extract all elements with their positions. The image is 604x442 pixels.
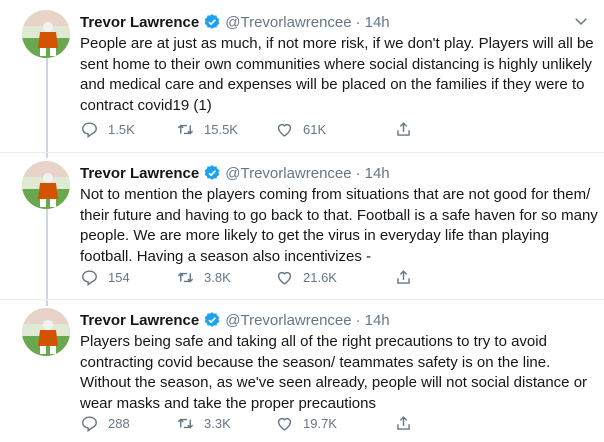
retweet-count: 15.5K [204, 122, 238, 137]
reply-count: 1.5K [108, 122, 135, 137]
like-button[interactable]: 19.7K [275, 414, 337, 433]
reply-icon [82, 416, 97, 433]
heart-icon [277, 271, 292, 285]
share-button[interactable] [394, 268, 422, 287]
like-button[interactable]: 21.6K [275, 268, 337, 287]
retweet-icon [177, 272, 194, 283]
author-name[interactable]: Trevor Lawrence [80, 312, 199, 329]
tweet-actions: 1.5K 15.5K 61K [80, 120, 480, 140]
tweet-header: Trevor Lawrence @Trevorlawrencee · 14h [80, 161, 390, 185]
verified-badge-icon [204, 165, 220, 180]
reply-button[interactable]: 288 [80, 414, 130, 433]
avatar[interactable] [22, 161, 70, 209]
retweet-count: 3.8K [204, 270, 231, 285]
avatar[interactable] [22, 308, 70, 356]
tweet[interactable]: Trevor Lawrence @Trevorlawrencee · 14h P… [0, 308, 604, 438]
retweet-icon [177, 418, 194, 429]
tweet-text: People are at just as much, if not more … [80, 35, 598, 114]
share-button[interactable] [394, 414, 422, 433]
tweet-header: Trevor Lawrence @Trevorlawrencee · 14h [80, 10, 390, 34]
reply-count: 288 [108, 416, 130, 431]
retweet-icon [177, 124, 194, 135]
heart-icon [277, 123, 292, 137]
tweet[interactable]: Trevor Lawrence @Trevorlawrencee · 14h N… [0, 161, 604, 293]
separator-dot: · [355, 13, 361, 31]
share-icon [397, 416, 410, 430]
like-button[interactable]: 61K [275, 120, 326, 139]
retweet-button[interactable]: 3.3K [176, 414, 231, 433]
author-name[interactable]: Trevor Lawrence [80, 14, 199, 31]
tweet-header: Trevor Lawrence @Trevorlawrencee · 14h [80, 308, 390, 332]
share-button[interactable] [394, 120, 422, 139]
heart-icon [277, 417, 292, 431]
author-handle[interactable]: @Trevorlawrencee [225, 312, 351, 329]
retweet-button[interactable]: 15.5K [176, 120, 238, 139]
reply-icon [82, 122, 97, 139]
timestamp[interactable]: 14h [365, 165, 390, 182]
reply-count: 154 [108, 270, 130, 285]
like-count: 19.7K [303, 416, 337, 431]
like-count: 21.6K [303, 270, 337, 285]
author-name[interactable]: Trevor Lawrence [80, 165, 199, 182]
separator-dot: · [355, 311, 361, 329]
chevron-down-icon[interactable] [572, 12, 590, 30]
retweet-count: 3.3K [204, 416, 231, 431]
share-icon [397, 122, 410, 136]
share-icon [397, 270, 410, 284]
author-handle[interactable]: @Trevorlawrencee [225, 14, 351, 31]
tweet-actions: 154 3.8K 21.6K [80, 268, 480, 288]
tweet[interactable]: Trevor Lawrence @Trevorlawrencee · 14h P… [0, 10, 604, 152]
timestamp[interactable]: 14h [365, 14, 390, 31]
author-handle[interactable]: @Trevorlawrencee [225, 165, 351, 182]
tweet-text: Players being safe and taking all of the… [80, 333, 592, 412]
verified-badge-icon [204, 312, 220, 327]
avatar[interactable] [22, 10, 70, 58]
separator-dot: · [355, 164, 361, 182]
timestamp[interactable]: 14h [365, 312, 390, 329]
reply-button[interactable]: 1.5K [80, 120, 135, 139]
retweet-button[interactable]: 3.8K [176, 268, 231, 287]
verified-badge-icon [204, 14, 220, 29]
tweet-actions: 288 3.3K 19.7K [80, 414, 480, 434]
tweet-text: Not to mention the players coming from s… [80, 186, 602, 265]
reply-icon [82, 270, 97, 287]
like-count: 61K [303, 122, 327, 137]
reply-button[interactable]: 154 [80, 268, 130, 287]
divider [0, 152, 604, 153]
divider [0, 299, 604, 300]
